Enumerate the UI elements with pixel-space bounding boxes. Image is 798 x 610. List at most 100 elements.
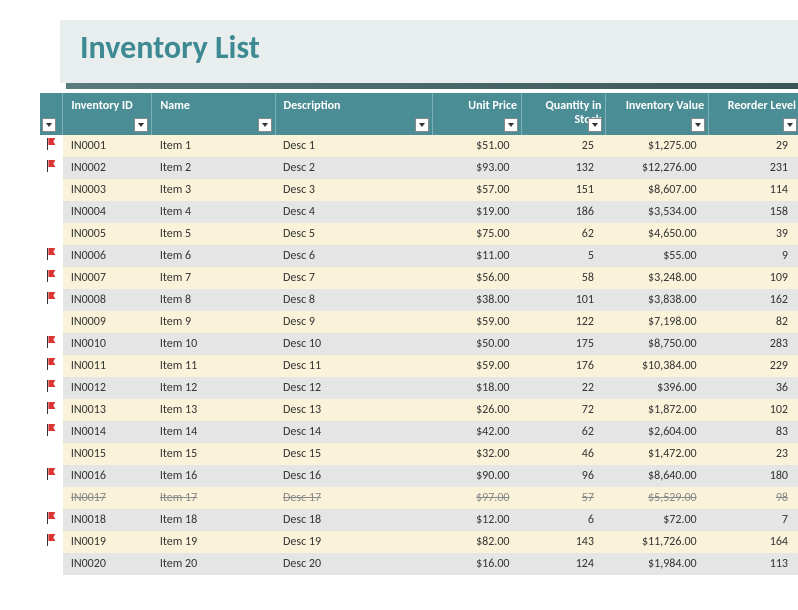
cell-price: $18.00 (433, 377, 522, 399)
table-row[interactable]: IN0004Item 4Desc 4$19.00186$3,534.00158 (40, 201, 798, 223)
cell-desc: Desc 2 (275, 157, 432, 179)
cell-desc: Desc 16 (275, 465, 432, 487)
cell-name: Item 15 (152, 443, 275, 465)
flag-cell (40, 399, 63, 421)
cell-qty: 124 (522, 553, 606, 575)
cell-reorder: 231 (709, 157, 798, 179)
cell-name: Item 12 (152, 377, 275, 399)
cell-name: Item 5 (152, 223, 275, 245)
cell-qty: 186 (522, 201, 606, 223)
cell-price: $90.00 (433, 465, 522, 487)
cell-qty: 132 (522, 157, 606, 179)
cell-desc: Desc 13 (275, 399, 432, 421)
cell-name: Item 16 (152, 465, 275, 487)
cell-name: Item 6 (152, 245, 275, 267)
cell-qty: 96 (522, 465, 606, 487)
cell-reorder: 82 (709, 311, 798, 333)
cell-price: $51.00 (433, 135, 522, 157)
flag-cell (40, 201, 63, 223)
filter-button-flag[interactable] (42, 118, 56, 132)
cell-name: Item 8 (152, 289, 275, 311)
filter-button-reorder[interactable] (783, 118, 797, 132)
cell-name: Item 19 (152, 531, 275, 553)
flag-icon (46, 336, 56, 348)
filter-button-price[interactable] (504, 118, 518, 132)
flag-cell (40, 531, 63, 553)
cell-desc: Desc 3 (275, 179, 432, 201)
table-row[interactable]: IN0019Item 19Desc 19$82.00143$11,726.001… (40, 531, 798, 553)
filter-button-id[interactable] (134, 118, 148, 132)
table-row[interactable]: IN0008Item 8Desc 8$38.00101$3,838.00162 (40, 289, 798, 311)
cell-id: IN0012 (63, 377, 152, 399)
cell-reorder: 98 (709, 487, 798, 509)
table-row[interactable]: IN0010Item 10Desc 10$50.00175$8,750.0028… (40, 333, 798, 355)
filter-button-name[interactable] (258, 118, 272, 132)
cell-id: IN0010 (63, 333, 152, 355)
flag-cell (40, 509, 63, 531)
cell-id: IN0011 (63, 355, 152, 377)
cell-price: $11.00 (433, 245, 522, 267)
table-row[interactable]: IN0005Item 5Desc 5$75.0062$4,650.0039 (40, 223, 798, 245)
table-row[interactable]: IN0012Item 12Desc 12$18.0022$396.0036 (40, 377, 798, 399)
table-row[interactable]: IN0020Item 20Desc 20$16.00124$1,984.0011… (40, 553, 798, 575)
cell-desc: Desc 11 (275, 355, 432, 377)
cell-value: $1,872.00 (606, 399, 709, 421)
cell-price: $32.00 (433, 443, 522, 465)
filter-button-desc[interactable] (415, 118, 429, 132)
cell-name: Item 11 (152, 355, 275, 377)
cell-qty: 57 (522, 487, 606, 509)
table-row[interactable]: IN0015Item 15Desc 15$32.0046$1,472.0023 (40, 443, 798, 465)
flag-cell (40, 355, 63, 377)
header-quantity: Quantity in Stock (522, 93, 606, 135)
cell-reorder: 162 (709, 289, 798, 311)
cell-price: $59.00 (433, 311, 522, 333)
filter-button-value[interactable] (691, 118, 705, 132)
table-row[interactable]: IN0011Item 11Desc 11$59.00176$10,384.002… (40, 355, 798, 377)
cell-value: $4,650.00 (606, 223, 709, 245)
cell-reorder: 23 (709, 443, 798, 465)
cell-qty: 25 (522, 135, 606, 157)
cell-reorder: 114 (709, 179, 798, 201)
header-label-reorder: Reorder Level (728, 99, 796, 113)
cell-price: $57.00 (433, 179, 522, 201)
header-label-id: Inventory ID (71, 99, 132, 113)
flag-icon (46, 138, 56, 150)
table-row[interactable]: IN0002Item 2Desc 2$93.00132$12,276.00231 (40, 157, 798, 179)
flag-icon (46, 380, 56, 392)
table-row[interactable]: IN0017Item 17Desc 17$97.0057$5,529.0098 (40, 487, 798, 509)
cell-id: IN0005 (63, 223, 152, 245)
cell-desc: Desc 19 (275, 531, 432, 553)
flag-icon (46, 534, 56, 546)
cell-name: Item 4 (152, 201, 275, 223)
table-row[interactable]: IN0014Item 14Desc 14$42.0062$2,604.0083 (40, 421, 798, 443)
cell-price: $16.00 (433, 553, 522, 575)
cell-name: Item 20 (152, 553, 275, 575)
cell-value: $8,607.00 (606, 179, 709, 201)
flag-cell (40, 553, 63, 575)
filter-button-qty[interactable] (588, 118, 602, 132)
page-header: Inventory List (60, 20, 798, 83)
page-title: Inventory List (80, 28, 778, 67)
cell-id: IN0017 (63, 487, 152, 509)
cell-qty: 143 (522, 531, 606, 553)
table-row[interactable]: IN0018Item 18Desc 18$12.006$72.007 (40, 509, 798, 531)
cell-desc: Desc 15 (275, 443, 432, 465)
cell-qty: 62 (522, 421, 606, 443)
table-row[interactable]: IN0003Item 3Desc 3$57.00151$8,607.00114 (40, 179, 798, 201)
flag-cell (40, 487, 63, 509)
cell-reorder: 83 (709, 421, 798, 443)
table-row[interactable]: IN0016Item 16Desc 16$90.0096$8,640.00180 (40, 465, 798, 487)
cell-value: $3,838.00 (606, 289, 709, 311)
flag-icon (46, 160, 56, 172)
table-row[interactable]: IN0006Item 6Desc 6$11.005$55.009 (40, 245, 798, 267)
table-row[interactable]: IN0001Item 1Desc 1$51.0025$1,275.0029 (40, 135, 798, 157)
header-name: Name (152, 93, 275, 135)
cell-id: IN0001 (63, 135, 152, 157)
flag-cell (40, 311, 63, 333)
table-row[interactable]: IN0007Item 7Desc 7$56.0058$3,248.00109 (40, 267, 798, 289)
cell-reorder: 164 (709, 531, 798, 553)
cell-reorder: 7 (709, 509, 798, 531)
cell-reorder: 283 (709, 333, 798, 355)
table-row[interactable]: IN0013Item 13Desc 13$26.0072$1,872.00102 (40, 399, 798, 421)
table-row[interactable]: IN0009Item 9Desc 9$59.00122$7,198.0082 (40, 311, 798, 333)
